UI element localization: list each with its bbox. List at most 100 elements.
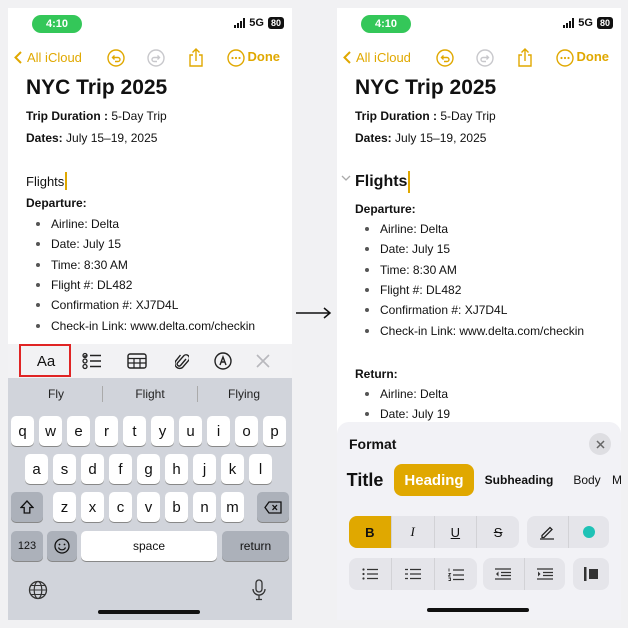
back-button[interactable]: All iCloud <box>343 50 411 65</box>
flights-section-heading[interactable]: Flights <box>26 172 68 190</box>
departure-heading[interactable]: Departure: <box>26 196 87 210</box>
undo-icon[interactable] <box>104 47 128 69</box>
numbers-key[interactable]: 123 <box>11 531 43 561</box>
numbered-list-icon[interactable] <box>434 558 477 590</box>
suggestion-1[interactable]: Fly <box>8 387 104 401</box>
italic-button[interactable]: I <box>390 516 434 548</box>
key-y[interactable]: y <box>151 416 174 446</box>
list-item[interactable]: Date: July 15 <box>36 234 255 254</box>
outdent-icon[interactable] <box>483 558 524 590</box>
list-item[interactable]: Airline: Delta <box>365 384 450 404</box>
key-t[interactable]: t <box>123 416 146 446</box>
key-l[interactable]: l <box>249 454 272 484</box>
key-r[interactable]: r <box>95 416 118 446</box>
collapse-chevron-icon[interactable] <box>341 174 351 182</box>
list-item[interactable]: Airline: Delta <box>365 219 584 239</box>
note-title[interactable]: NYC Trip 2025 <box>355 76 496 100</box>
trip-duration-line[interactable]: Trip Duration : 5-Day Trip <box>355 109 496 123</box>
return-heading[interactable]: Return: <box>355 367 398 381</box>
indent-icon[interactable] <box>523 558 566 590</box>
dashed-list-icon[interactable] <box>391 558 434 590</box>
return-key[interactable]: return <box>222 531 289 561</box>
text-color-button[interactable] <box>567 516 610 548</box>
globe-icon[interactable] <box>28 580 48 605</box>
bold-button[interactable]: B <box>349 516 391 548</box>
key-i[interactable]: i <box>207 416 230 446</box>
format-text-button[interactable]: Aa <box>30 348 62 374</box>
redo-icon[interactable] <box>473 47 497 69</box>
close-format-button[interactable] <box>589 433 611 455</box>
style-more-button[interactable]: M <box>612 464 621 496</box>
shift-key[interactable] <box>11 492 43 522</box>
key-k[interactable]: k <box>221 454 244 484</box>
suggestion-2[interactable]: Flight <box>102 387 198 401</box>
done-button[interactable]: Done <box>248 49 281 64</box>
key-x[interactable]: x <box>81 492 104 522</box>
suggestion-bar: Fly Flight Flying <box>8 378 292 410</box>
list-item[interactable]: Confirmation #: XJ7D4L <box>365 300 584 320</box>
list-item[interactable]: Airline: Delta <box>36 214 255 234</box>
markup-icon[interactable] <box>207 348 239 374</box>
key-v[interactable]: v <box>137 492 160 522</box>
trip-dates-line[interactable]: Dates: July 15–19, 2025 <box>26 131 157 145</box>
trip-dates-line[interactable]: Dates: July 15–19, 2025 <box>355 131 486 145</box>
return-list: Airline: Delta Date: July 19 <box>365 384 450 425</box>
undo-icon[interactable] <box>433 47 457 69</box>
microphone-icon[interactable] <box>252 579 266 606</box>
flights-section-heading[interactable]: Flights <box>355 171 411 193</box>
key-m[interactable]: m <box>221 492 244 522</box>
strikethrough-button[interactable]: S <box>476 516 519 548</box>
highlight-pen-button[interactable] <box>527 516 568 548</box>
list-item[interactable]: Time: 8:30 AM <box>36 255 255 275</box>
key-g[interactable]: g <box>137 454 160 484</box>
done-button[interactable]: Done <box>577 49 610 64</box>
key-j[interactable]: j <box>193 454 216 484</box>
key-h[interactable]: h <box>165 454 188 484</box>
list-item[interactable]: Flight #: DL482 <box>365 280 584 300</box>
style-heading-button[interactable]: Heading <box>394 464 474 496</box>
key-z[interactable]: z <box>53 492 76 522</box>
more-icon[interactable] <box>553 47 577 69</box>
suggestion-3[interactable]: Flying <box>196 387 292 401</box>
list-item[interactable]: Flight #: DL482 <box>36 275 255 295</box>
key-n[interactable]: n <box>193 492 216 522</box>
style-subheading-button[interactable]: Subheading <box>481 464 557 496</box>
list-item[interactable]: Date: July 15 <box>365 239 584 259</box>
block-quote-icon[interactable] <box>573 558 609 590</box>
list-item[interactable]: Confirmation #: XJ7D4L <box>36 295 255 315</box>
key-e[interactable]: e <box>67 416 90 446</box>
redo-icon[interactable] <box>144 47 168 69</box>
list-item[interactable]: Check-in Link: www.delta.com/checkin <box>365 320 584 340</box>
trip-duration-line[interactable]: Trip Duration : 5-Day Trip <box>26 109 167 123</box>
share-icon[interactable] <box>184 47 208 69</box>
key-u[interactable]: u <box>179 416 202 446</box>
bulleted-list-icon[interactable] <box>349 558 391 590</box>
departure-heading[interactable]: Departure: <box>355 202 416 216</box>
share-icon[interactable] <box>513 47 537 69</box>
emoji-key[interactable] <box>47 531 77 561</box>
more-icon[interactable] <box>224 47 248 69</box>
close-toolbar-icon[interactable] <box>247 348 279 374</box>
list-item[interactable]: Check-in Link: www.delta.com/checkin <box>36 315 255 335</box>
key-s[interactable]: s <box>53 454 76 484</box>
key-q[interactable]: q <box>11 416 34 446</box>
key-c[interactable]: c <box>109 492 132 522</box>
key-w[interactable]: w <box>39 416 62 446</box>
style-title-button[interactable]: Title <box>343 464 387 496</box>
checklist-icon[interactable] <box>76 348 108 374</box>
back-button[interactable]: All iCloud <box>14 50 82 65</box>
key-p[interactable]: p <box>263 416 286 446</box>
key-d[interactable]: d <box>81 454 104 484</box>
delete-key[interactable] <box>257 492 289 522</box>
attachment-icon[interactable] <box>166 348 198 374</box>
table-icon[interactable] <box>121 348 153 374</box>
key-f[interactable]: f <box>109 454 132 484</box>
underline-button[interactable]: U <box>433 516 477 548</box>
space-key[interactable]: space <box>81 531 217 561</box>
style-body-button[interactable]: Body <box>567 464 607 496</box>
note-title[interactable]: NYC Trip 2025 <box>26 76 167 100</box>
key-b[interactable]: b <box>165 492 188 522</box>
key-a[interactable]: a <box>25 454 48 484</box>
key-o[interactable]: o <box>235 416 258 446</box>
list-item[interactable]: Time: 8:30 AM <box>365 260 584 280</box>
